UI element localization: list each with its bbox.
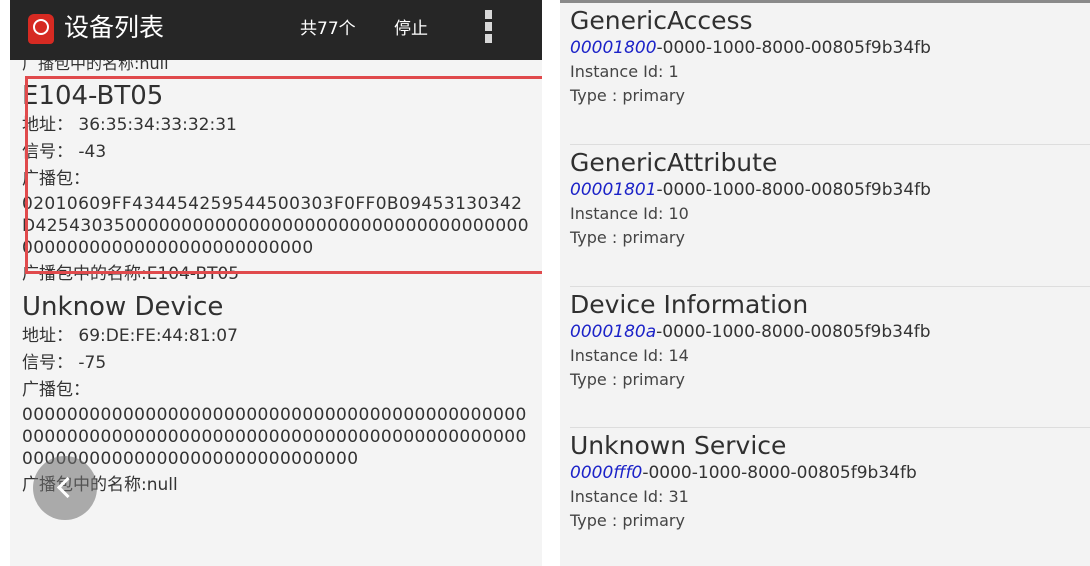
service-type: Type : primary xyxy=(570,370,685,389)
device-count: 共77个 xyxy=(300,19,356,39)
device-item-e104-bt05[interactable]: E104-BT05 地址： 36:35:34:33:32:31 信号： -43 … xyxy=(10,72,542,289)
uuid-short: 00001801 xyxy=(570,180,657,200)
device-rssi-row: 信号： -75 xyxy=(22,350,542,377)
device-list-screen: 广播包中的名称:null E104-BT05 地址： 36:35:34:33:3… xyxy=(10,0,542,566)
device-list: 广播包中的名称:null E104-BT05 地址： 36:35:34:33:3… xyxy=(10,44,542,500)
adv-data-value: 0000000000000000000000000000000000000000… xyxy=(22,405,527,469)
instance-id: Instance Id: 1 xyxy=(570,62,679,81)
uuid-short: 0000fff0 xyxy=(570,463,643,483)
app-icon xyxy=(28,14,54,44)
device-name: Unknow Device xyxy=(22,292,224,322)
device-rssi-row: 信号： -43 xyxy=(22,139,542,166)
overflow-menu-icon[interactable] xyxy=(482,10,494,50)
uuid-rest: -0000-1000-8000-00805f9b34fb xyxy=(642,463,917,483)
service-uuid: 00001801-0000-1000-8000-00805f9b34fb xyxy=(570,178,1090,202)
address-value: 36:35:34:33:32:31 xyxy=(78,115,237,135)
top-edge xyxy=(560,0,1090,3)
instance-id: Instance Id: 10 xyxy=(570,204,689,223)
back-arrow-icon[interactable] xyxy=(33,456,97,520)
service-uuid: 0000180a-0000-1000-8000-00805f9b34fb xyxy=(570,320,1090,344)
service-item-unknown-service[interactable]: Unknown Service 0000fff0-0000-1000-8000-… xyxy=(570,431,1090,533)
service-uuid: 0000fff0-0000-1000-8000-00805f9b34fb xyxy=(570,461,1090,485)
service-item-generic-attribute[interactable]: GenericAttribute 00001801-0000-1000-8000… xyxy=(570,148,1090,250)
instance-id: Instance Id: 31 xyxy=(570,487,689,506)
uuid-short: 00001800 xyxy=(570,38,657,58)
service-name: Device Information xyxy=(570,290,809,319)
device-address-row: 地址： 36:35:34:33:32:31 xyxy=(22,112,542,139)
adv-data-label: 广播包： xyxy=(22,169,90,189)
divider xyxy=(570,144,1090,145)
stop-scan-button[interactable]: 停止 xyxy=(394,17,428,41)
service-item-generic-access[interactable]: GenericAccess 00001800-0000-1000-8000-00… xyxy=(570,6,1090,108)
divider xyxy=(570,427,1090,428)
service-item-device-information[interactable]: Device Information 0000180a-0000-1000-80… xyxy=(570,290,1090,392)
uuid-rest: -0000-1000-8000-00805f9b34fb xyxy=(656,38,931,58)
adv-name: 广播包中的名称:E104-BT05 xyxy=(22,264,240,284)
service-name: Unknown Service xyxy=(570,431,787,460)
instance-id: Instance Id: 14 xyxy=(570,346,689,365)
service-list-screen: GenericAccess 00001800-0000-1000-8000-00… xyxy=(560,0,1090,566)
service-uuid: 00001800-0000-1000-8000-00805f9b34fb xyxy=(570,36,1090,60)
service-type: Type : primary xyxy=(570,511,685,530)
app-title: 设备列表 xyxy=(64,13,165,42)
rssi-label: 信号： xyxy=(22,142,73,162)
address-label: 地址： xyxy=(22,326,73,346)
service-name: GenericAttribute xyxy=(570,148,778,177)
adv-data-value: 02010609FF434454259544500303F0FF0B094531… xyxy=(22,194,529,258)
rssi-value: -75 xyxy=(78,353,107,373)
action-bar: 设备列表 共77个 停止 xyxy=(10,0,542,60)
service-type: Type : primary xyxy=(570,86,685,105)
service-type: Type : primary xyxy=(570,228,685,247)
uuid-rest: -0000-1000-8000-00805f9b34fb xyxy=(656,322,931,342)
uuid-rest: -0000-1000-8000-00805f9b34fb xyxy=(656,180,931,200)
adv-data-label: 广播包： xyxy=(22,380,90,400)
rssi-value: -43 xyxy=(78,142,107,162)
service-name: GenericAccess xyxy=(570,6,753,35)
divider xyxy=(570,286,1090,287)
device-address-row: 地址： 69:DE:FE:44:81:07 xyxy=(22,323,542,350)
address-label: 地址： xyxy=(22,115,73,135)
rssi-label: 信号： xyxy=(22,353,73,373)
device-name: E104-BT05 xyxy=(22,81,164,111)
adv-name: 广播包中的名称:null xyxy=(22,475,178,495)
address-value: 69:DE:FE:44:81:07 xyxy=(78,326,238,346)
uuid-short: 0000180a xyxy=(570,322,657,342)
